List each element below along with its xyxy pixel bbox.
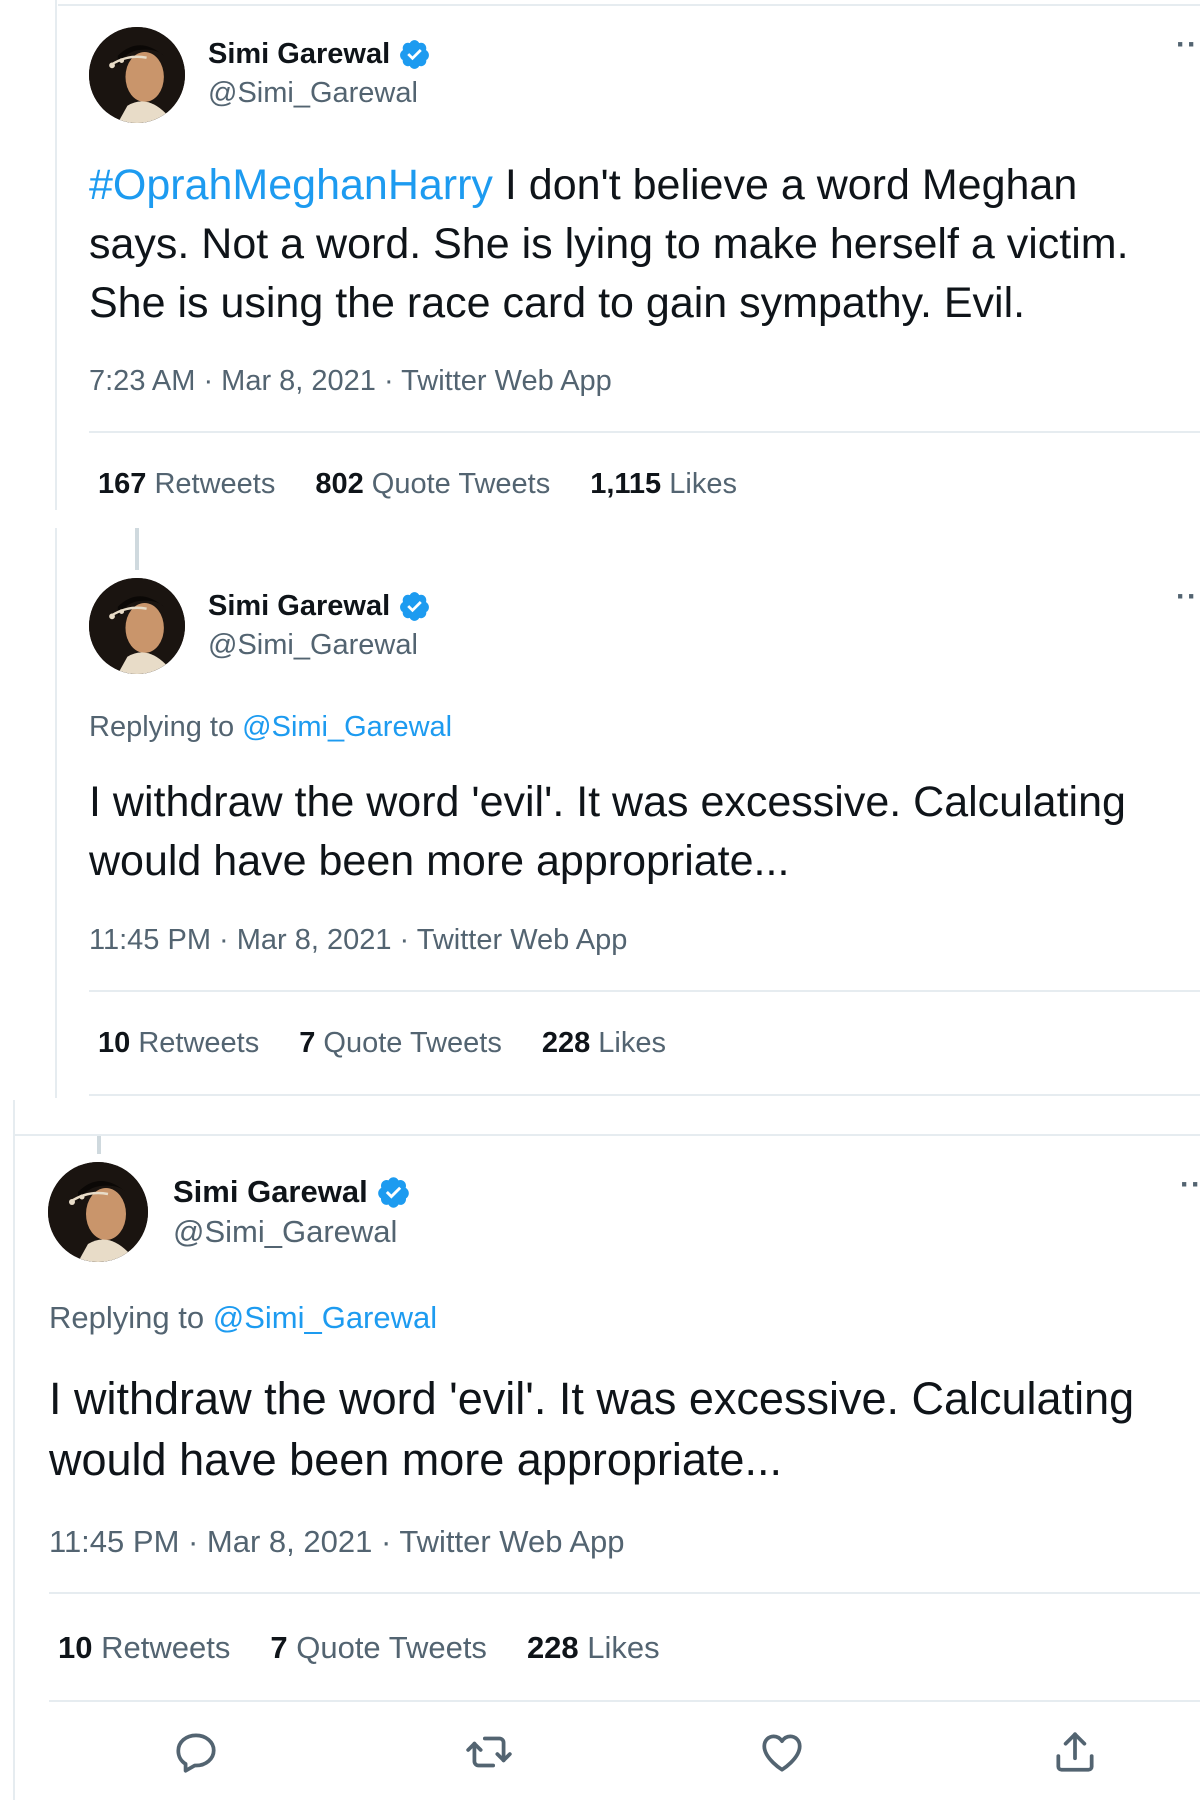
retweets-count: 10 — [98, 1027, 131, 1059]
more-options-icon[interactable]: ·· — [1180, 1168, 1200, 1202]
avatar-image — [89, 27, 185, 123]
thread-connector — [135, 528, 139, 570]
retweets-label: Retweets — [101, 1630, 231, 1665]
avatar-image — [48, 1162, 148, 1262]
tweet-text: #OprahMeghanHarry I don't believe a word… — [89, 156, 1189, 333]
retweets-stat[interactable]: 10 Retweets — [98, 1027, 259, 1060]
tweet-meta[interactable]: 11:45 PM · Mar 8, 2021 · Twitter Web App — [49, 1524, 625, 1560]
likes-count: 228 — [541, 1027, 591, 1059]
divider — [89, 431, 1200, 433]
tweet-text: I withdraw the word 'evil'. It was exces… — [89, 778, 1126, 885]
replying-to-label: Replying to — [49, 1300, 213, 1335]
tweet-stats: 10 Retweets 7 Quote Tweets 228 Likes — [58, 1630, 660, 1666]
retweets-label: Retweets — [138, 1027, 260, 1059]
likes-label: Likes — [669, 468, 737, 500]
quote-tweets-count: 7 — [270, 1630, 288, 1665]
author-name-text: Simi Garewal — [208, 590, 391, 622]
likes-label: Likes — [598, 1027, 666, 1059]
likes-count: 1,115 — [590, 468, 662, 500]
quote-tweets-label: Quote Tweets — [323, 1027, 502, 1059]
quote-tweets-stat[interactable]: 802 Quote Tweets — [315, 468, 550, 501]
quote-tweets-stat[interactable]: 7 Quote Tweets — [270, 1630, 487, 1666]
replying-to: Replying to @Simi_Garewal — [89, 711, 452, 744]
share-icon[interactable] — [1050, 1727, 1100, 1777]
reply-icon[interactable] — [171, 1727, 221, 1777]
retweets-stat[interactable]: 10 Retweets — [58, 1630, 230, 1666]
tweet-stats: 167 Retweets 802 Quote Tweets 1,115 Like… — [98, 468, 737, 501]
more-options-icon[interactable]: ·· — [1176, 580, 1198, 614]
retweets-label: Retweets — [154, 468, 276, 500]
retweets-stat[interactable]: 167 Retweets — [98, 468, 275, 501]
quote-tweets-count: 802 — [315, 468, 364, 500]
divider — [55, 528, 57, 1098]
quote-tweets-count: 7 — [299, 1027, 316, 1059]
divider — [55, 0, 57, 510]
replying-to-label: Replying to — [89, 711, 243, 743]
divider — [58, 4, 1200, 6]
tweet-actions — [171, 1727, 1100, 1777]
divider — [89, 1094, 1200, 1096]
author-name[interactable]: Simi Garewal — [208, 590, 431, 623]
retweet-icon[interactable] — [464, 1727, 514, 1777]
tweet-meta[interactable]: 7:23 AM · Mar 8, 2021 · Twitter Web App — [89, 365, 612, 398]
likes-stat[interactable]: 1,115 Likes — [590, 468, 737, 501]
quote-tweets-stat[interactable]: 7 Quote Tweets — [299, 1027, 502, 1060]
author-name-text: Simi Garewal — [173, 1174, 368, 1209]
more-options-icon[interactable]: ·· — [1176, 28, 1198, 62]
replying-to-link[interactable]: @Simi_Garewal — [213, 1300, 437, 1335]
likes-stat[interactable]: 228 Likes — [527, 1630, 660, 1666]
divider — [49, 1592, 1200, 1594]
replying-to: Replying to @Simi_Garewal — [49, 1300, 437, 1336]
quote-tweets-label: Quote Tweets — [296, 1630, 487, 1665]
avatar[interactable] — [89, 578, 185, 674]
thread-connector — [97, 1136, 101, 1154]
divider — [49, 1700, 1200, 1702]
likes-label: Likes — [587, 1630, 660, 1665]
divider — [13, 1100, 15, 1800]
likes-stat[interactable]: 228 Likes — [542, 1027, 666, 1060]
retweets-count: 10 — [58, 1630, 93, 1665]
quote-tweets-label: Quote Tweets — [371, 468, 551, 500]
author-handle[interactable]: @Simi_Garewal — [173, 1214, 397, 1250]
author-name-text: Simi Garewal — [208, 38, 391, 70]
like-icon[interactable] — [757, 1727, 807, 1777]
tweet-stats: 10 Retweets 7 Quote Tweets 228 Likes — [98, 1027, 666, 1060]
likes-count: 228 — [526, 1630, 579, 1665]
verified-badge-icon — [376, 1175, 411, 1210]
avatar[interactable] — [89, 27, 185, 123]
divider — [13, 1134, 1200, 1136]
author-name[interactable]: Simi Garewal — [173, 1174, 411, 1210]
hashtag-link[interactable]: #OprahMeghanHarry — [89, 161, 493, 209]
divider — [89, 990, 1200, 992]
tweet-text: I withdraw the word 'evil'. It was exces… — [49, 1373, 1135, 1485]
author-handle[interactable]: @Simi_Garewal — [208, 77, 418, 110]
replying-to-link[interactable]: @Simi_Garewal — [242, 711, 452, 743]
verified-badge-icon — [398, 38, 431, 71]
tweet-meta[interactable]: 11:45 PM · Mar 8, 2021 · Twitter Web App — [89, 924, 627, 957]
author-handle[interactable]: @Simi_Garewal — [208, 629, 418, 662]
author-name[interactable]: Simi Garewal — [208, 38, 431, 71]
avatar[interactable] — [48, 1162, 148, 1262]
retweets-count: 167 — [98, 468, 147, 500]
verified-badge-icon — [398, 590, 431, 623]
avatar-image — [89, 578, 185, 674]
